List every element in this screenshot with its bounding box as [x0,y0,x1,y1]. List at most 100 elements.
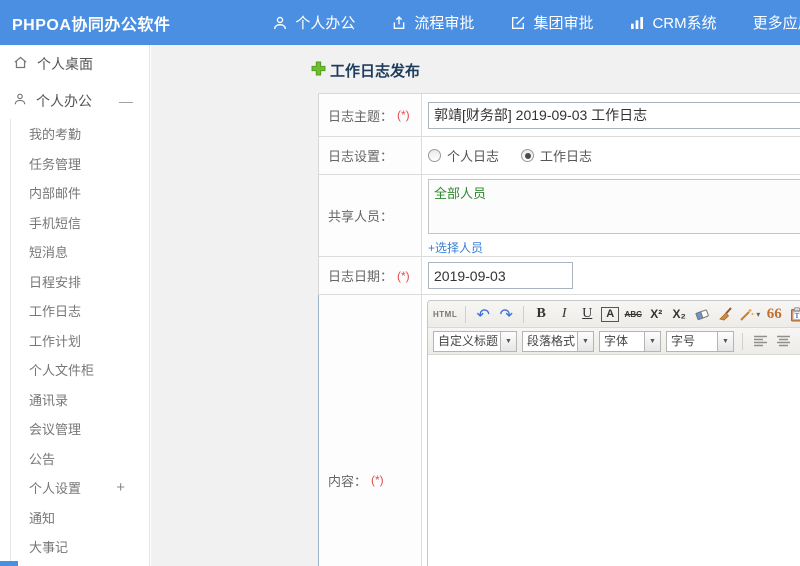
page-title: 工作日志发布 [330,63,421,80]
content-label: 内容： [328,473,368,489]
caret-down-icon[interactable]: ▼ [718,330,734,352]
sidebar-group-personal-office[interactable]: 个人办公 — [0,82,149,119]
subject-input[interactable] [428,101,800,129]
page-title-row: 工作日志发布 [151,45,800,93]
user-icon [13,92,27,109]
app-title: PHPOA协同办公软件 [12,16,171,34]
select-people-link[interactable]: +选择人员 [428,239,800,256]
redo-button[interactable]: ↷ [497,304,515,324]
radio-personal-journal[interactable]: 个人日志 [428,146,499,165]
sidebar-item-contacts[interactable]: 通讯录 [11,385,149,415]
html-source-button[interactable]: HTML [433,304,457,324]
nav-crm-system[interactable]: CRM系统 [629,12,717,33]
eraser-button[interactable] [693,304,711,324]
home-icon [13,55,28,73]
add-plus-icon [311,61,326,81]
required-mark: (*) [371,473,384,487]
sidebar-item-work-journal[interactable]: 工作日志 [11,296,149,326]
nav-label: CRM系统 [652,15,717,32]
sidebar-item-schedule[interactable]: 日程安排 [11,267,149,297]
sidebar-item-label: 通讯录 [29,392,69,408]
sidebar-item-major-events[interactable]: 大事记 [11,532,149,562]
caret-down-icon: ▾ [756,309,761,319]
form-row-share: 共享人员： 全部人员 +选择人员 [319,175,800,257]
bar-chart-icon [629,15,645,31]
bold-button[interactable]: B [532,304,550,324]
date-input[interactable] [428,262,573,289]
subscript-button[interactable]: X₂ [670,304,688,324]
sidebar-item-label: 个人桌面 [37,55,93,72]
sidebar-item-label: 会议管理 [29,422,82,438]
nav-workflow-approval[interactable]: 流程审批 [391,12,474,33]
journal-type-radio-group: 个人日志 工作日志 [428,146,592,165]
settings-label: 日志设置： [328,149,394,164]
sidebar-item-file-cabinet[interactable]: 个人文件柜 [11,355,149,385]
required-mark: (*) [397,268,410,283]
format-brush-button[interactable] [716,304,734,324]
sidebar-item-announcements[interactable]: 公告 [11,444,149,474]
nav-more-apps[interactable]: 更多应用 ▼ [753,12,800,33]
undo-button[interactable]: ↶ [474,304,492,324]
blockquote-button[interactable]: 66 [765,304,783,324]
radio-label: 工作日志 [540,149,593,164]
toolbar-separator [742,332,743,350]
font-size-dropdown[interactable]: 字号 ▼ [666,330,734,352]
heading-dropdown[interactable]: 自定义标题 ▼ [433,330,517,352]
share-people-box[interactable]: 全部人员 [428,179,800,234]
date-label: 日志日期： [328,269,394,284]
share-out-icon [391,15,407,31]
toolbar-separator [523,305,525,323]
nav-group-approval[interactable]: 集团审批 [510,12,593,33]
sidebar-group-label: 个人办公 [36,92,92,109]
align-center-icon[interactable] [774,331,792,351]
expand-plus-icon[interactable]: + [116,479,125,496]
sidebar-item-mobile-sms[interactable]: 手机短信 [11,208,149,238]
sidebar-item-tasks[interactable]: 任务管理 [11,149,149,179]
share-value-cell: 全部人员 +选择人员 [422,175,800,256]
settings-label-cell: 日志设置： [319,137,422,174]
toolbar-separator [465,305,467,323]
paragraph-dropdown-value: 段落格式 [522,330,578,352]
share-label-cell: 共享人员： [319,175,422,256]
font-family-dropdown[interactable]: 字体 ▼ [599,330,661,352]
user-icon [272,15,288,31]
nav-label: 集团审批 [533,15,594,32]
paste-button[interactable]: T [788,304,800,324]
settings-value-cell: 个人日志 工作日志 [422,137,800,174]
caret-down-icon[interactable]: ▼ [578,330,594,352]
form-row-content: 内容： (*) HTML ↶ ↷ B I U A ABC X² X₂ ▾ 66 … [318,295,800,566]
horizontal-scrollbar-thumb[interactable] [0,561,18,566]
sidebar-item-desktop[interactable]: 个人桌面 [0,45,149,82]
sidebar-item-notifications[interactable]: 通知 [11,503,149,533]
paragraph-format-dropdown[interactable]: 段落格式 ▼ [522,330,594,352]
underline-button[interactable]: U [578,304,596,324]
caret-down-icon[interactable]: ▼ [501,330,517,352]
radio-checked-icon[interactable] [521,149,535,162]
italic-button[interactable]: I [555,304,573,324]
font-style-button[interactable]: A [601,306,620,322]
editor-content-area[interactable] [428,355,800,566]
radio-work-journal[interactable]: 工作日志 [521,146,592,165]
caret-down-icon[interactable]: ▼ [645,330,661,352]
sidebar-item-attendance[interactable]: 我的考勤 [11,119,149,149]
subject-label: 日志主题： [328,108,394,124]
collapse-minus-icon[interactable]: — [119,93,133,109]
superscript-button[interactable]: X² [647,304,665,324]
magic-wand-button[interactable]: ▾ [739,304,760,324]
sidebar-item-short-messages[interactable]: 短消息 [11,237,149,267]
sidebar-item-meetings[interactable]: 会议管理 [11,414,149,444]
journal-form: 日志主题： (*) 日志设置： [318,93,800,566]
sidebar-item-personal-settings[interactable]: 个人设置 + [11,473,149,503]
svg-text:T: T [795,312,800,320]
align-left-icon[interactable] [751,331,769,351]
sidebar: 个人桌面 个人办公 — 我的考勤 任务管理 内部邮件 手机短信 短消息 日程安排… [0,45,150,566]
sidebar-item-work-plan[interactable]: 工作计划 [11,326,149,356]
strikethrough-button[interactable]: ABC [624,304,642,324]
top-bar: PHPOA协同办公软件 个人办公 流程审批 集团审批 CRM系统 更多应 [0,0,800,45]
radio-unchecked-icon[interactable] [428,149,441,162]
sidebar-item-label: 个人文件柜 [29,363,95,379]
subject-value-cell [422,94,800,136]
nav-personal-office[interactable]: 个人办公 [272,12,355,33]
sidebar-item-label: 个人设置 [29,481,82,497]
sidebar-item-internal-mail[interactable]: 内部邮件 [11,178,149,208]
